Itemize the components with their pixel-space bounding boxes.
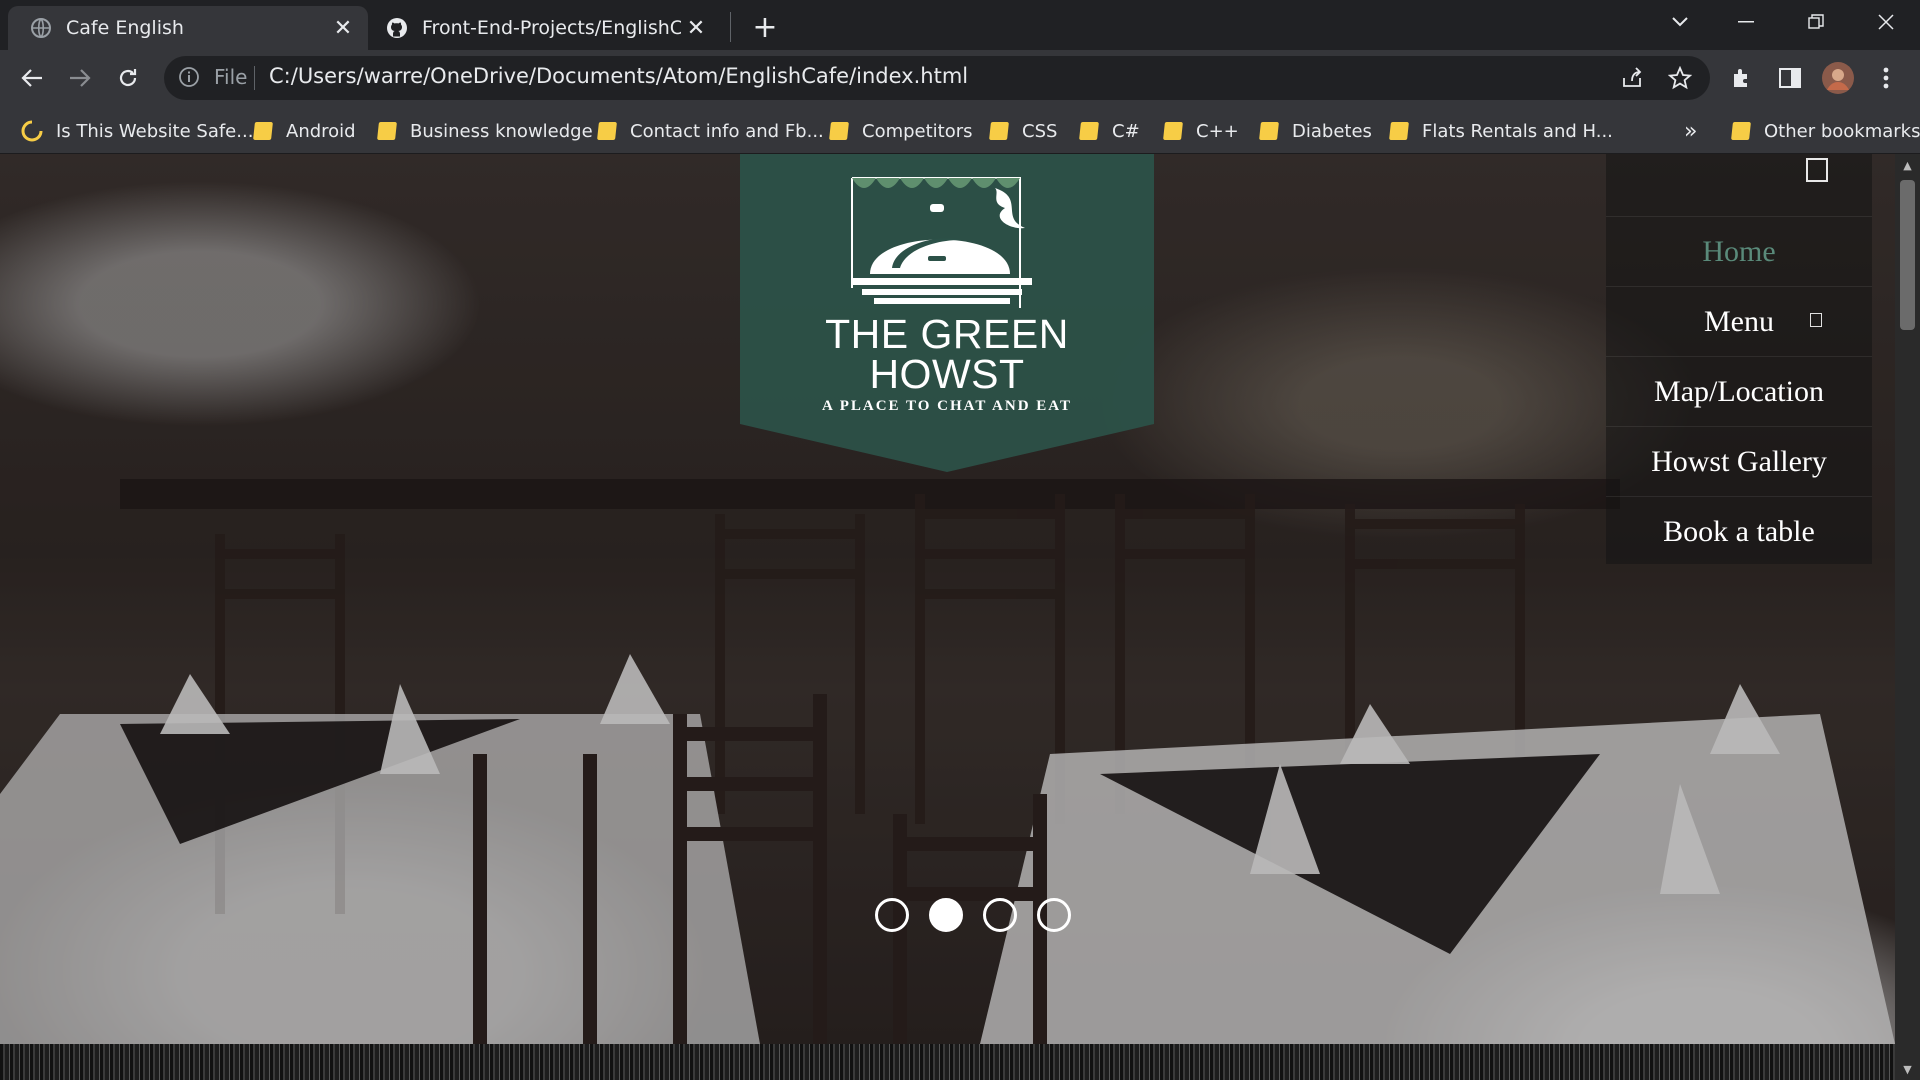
- bookmark-android[interactable]: Android: [253, 118, 356, 144]
- bookmarks-overflow-button[interactable]: »: [1684, 118, 1697, 144]
- address-divider: [254, 66, 255, 90]
- brand-tagline: A PLACE TO CHAT AND EAT: [821, 398, 1073, 414]
- tab-strip: Cafe English ✕ Front-End-Projects/Englis…: [0, 0, 1920, 50]
- url-text[interactable]: C:/Users/warre/OneDrive/Documents/Atom/E…: [269, 64, 968, 88]
- close-window-button[interactable]: [1856, 0, 1916, 44]
- nav-howst-gallery[interactable]: Howst Gallery: [1606, 426, 1872, 496]
- star-icon[interactable]: [1667, 65, 1693, 94]
- folder-icon: [1079, 122, 1099, 140]
- globe-icon: [30, 17, 52, 39]
- carousel-dot-4[interactable]: [1037, 898, 1071, 932]
- bookmark-label: C#: [1112, 120, 1140, 142]
- scheme-label: File: [214, 65, 248, 89]
- bookmark-label: Android: [286, 120, 356, 142]
- profile-avatar[interactable]: [1818, 58, 1858, 98]
- bookmark-flats-rentals[interactable]: Flats Rentals and H...: [1389, 118, 1613, 144]
- folder-icon: [829, 122, 849, 140]
- folder-icon: [1163, 122, 1183, 140]
- folder-icon: [1731, 122, 1751, 140]
- brand-line-1: THE GREEN: [825, 311, 1069, 357]
- brand-line-2: HOWST: [869, 351, 1025, 397]
- tab-separator: [730, 12, 731, 42]
- nav-map-location[interactable]: Map/Location: [1606, 356, 1872, 426]
- nav-menu[interactable]: Menu: [1606, 286, 1872, 356]
- bookmark-competitors[interactable]: Competitors: [829, 118, 973, 144]
- folder-icon: [1389, 122, 1409, 140]
- github-icon: [386, 17, 408, 39]
- submenu-toggle-checkbox[interactable]: [1810, 313, 1822, 327]
- tab-title: Front-End-Projects/EnglishCafeW: [422, 17, 681, 39]
- browser-toolbar: File C:/Users/warre/OneDrive/Documents/A…: [0, 50, 1920, 106]
- carousel-dot-3[interactable]: [983, 898, 1017, 932]
- folder-icon: [1259, 122, 1279, 140]
- bookmark-css[interactable]: CSS: [989, 118, 1058, 144]
- bookmark-label: CSS: [1022, 120, 1058, 142]
- nav-label: Howst Gallery: [1651, 444, 1827, 478]
- other-bookmarks-label: Other bookmarks: [1764, 120, 1920, 142]
- logo-banner[interactable]: THE GREEN HOWST A PLACE TO CHAT AND EAT: [740, 154, 1154, 476]
- tab-title: Cafe English: [66, 17, 184, 39]
- cloche-logo-icon: [851, 177, 1032, 308]
- browser-window: Cafe English ✕ Front-End-Projects/Englis…: [0, 0, 1920, 1080]
- folder-icon: [377, 122, 397, 140]
- side-panel-icon[interactable]: [1770, 58, 1810, 98]
- bookmark-label: Diabetes: [1292, 120, 1372, 142]
- bookmark-csharp[interactable]: C#: [1079, 118, 1140, 144]
- nav-toggle-checkbox[interactable]: [1806, 158, 1828, 182]
- brand-name: THE GREEN HOWST: [740, 311, 1154, 397]
- wood-texture-strip: [0, 1044, 1895, 1080]
- carousel-indicators: [875, 898, 1075, 934]
- nav-label: Menu: [1704, 304, 1774, 338]
- scroll-up-arrow-icon[interactable]: ▲: [1895, 154, 1920, 176]
- tab-search-chevron-icon[interactable]: [1650, 0, 1710, 44]
- folder-icon: [989, 122, 1009, 140]
- bookmark-label: C++: [1196, 120, 1239, 142]
- scrollbar-thumb[interactable]: [1900, 180, 1915, 330]
- share-icon[interactable]: [1620, 66, 1644, 94]
- bookmark-label: Competitors: [862, 120, 973, 142]
- nav-label: Home: [1702, 234, 1776, 268]
- bookmark-business-knowledge[interactable]: Business knowledge: [377, 118, 593, 144]
- nav-home[interactable]: Home: [1606, 216, 1872, 286]
- forward-button[interactable]: [60, 58, 100, 98]
- more-menu-icon[interactable]: [1866, 58, 1906, 98]
- bookmark-label: Contact info and Fb...: [630, 120, 824, 142]
- page-viewport: THE GREEN HOWST A PLACE TO CHAT AND EAT …: [0, 154, 1920, 1080]
- bookmark-label: Is This Website Safe...: [56, 120, 254, 142]
- page-scrollbar[interactable]: ▲ ▼: [1895, 154, 1920, 1080]
- folder-icon: [253, 122, 273, 140]
- new-tab-button[interactable]: +: [748, 10, 782, 45]
- reload-button[interactable]: [108, 58, 148, 98]
- tab-cafe-english[interactable]: Cafe English ✕: [8, 6, 368, 50]
- bookmark-label: Business knowledge: [410, 120, 593, 142]
- site-nav: Home Menu Map/Location Howst Gallery Boo…: [1606, 154, 1872, 564]
- nav-label: Book a table: [1663, 514, 1815, 548]
- bookmark-diabetes[interactable]: Diabetes: [1259, 118, 1372, 144]
- info-icon[interactable]: [178, 66, 200, 92]
- loading-icon: [21, 120, 43, 142]
- address-bar[interactable]: File C:/Users/warre/OneDrive/Documents/A…: [164, 56, 1710, 100]
- scroll-down-arrow-icon[interactable]: ▼: [1895, 1058, 1920, 1080]
- folder-icon: [597, 122, 617, 140]
- bookmark-contact-info[interactable]: Contact info and Fb...: [597, 118, 824, 144]
- carousel-dot-2[interactable]: [929, 898, 963, 932]
- bookmark-cpp[interactable]: C++: [1163, 118, 1239, 144]
- restore-button[interactable]: [1786, 0, 1846, 44]
- carousel-dot-1[interactable]: [875, 898, 909, 932]
- bookmark-website-safe[interactable]: Is This Website Safe...: [20, 118, 253, 144]
- minimize-button[interactable]: [1716, 0, 1776, 44]
- close-tab-icon[interactable]: ✕: [681, 13, 711, 43]
- bookmarks-bar: Is This Website Safe... Android Business…: [0, 106, 1920, 154]
- extensions-icon[interactable]: [1722, 58, 1762, 98]
- bookmark-label: Flats Rentals and H...: [1422, 120, 1613, 142]
- overflow-label: »: [1684, 118, 1698, 144]
- back-button[interactable]: [12, 58, 52, 98]
- tab-github-project[interactable]: Front-End-Projects/EnglishCafeW ✕: [376, 6, 721, 50]
- other-bookmarks[interactable]: Other bookmarks: [1731, 118, 1920, 144]
- nav-book-a-table[interactable]: Book a table: [1606, 496, 1872, 566]
- nav-label: Map/Location: [1654, 374, 1824, 408]
- close-tab-icon[interactable]: ✕: [328, 13, 358, 43]
